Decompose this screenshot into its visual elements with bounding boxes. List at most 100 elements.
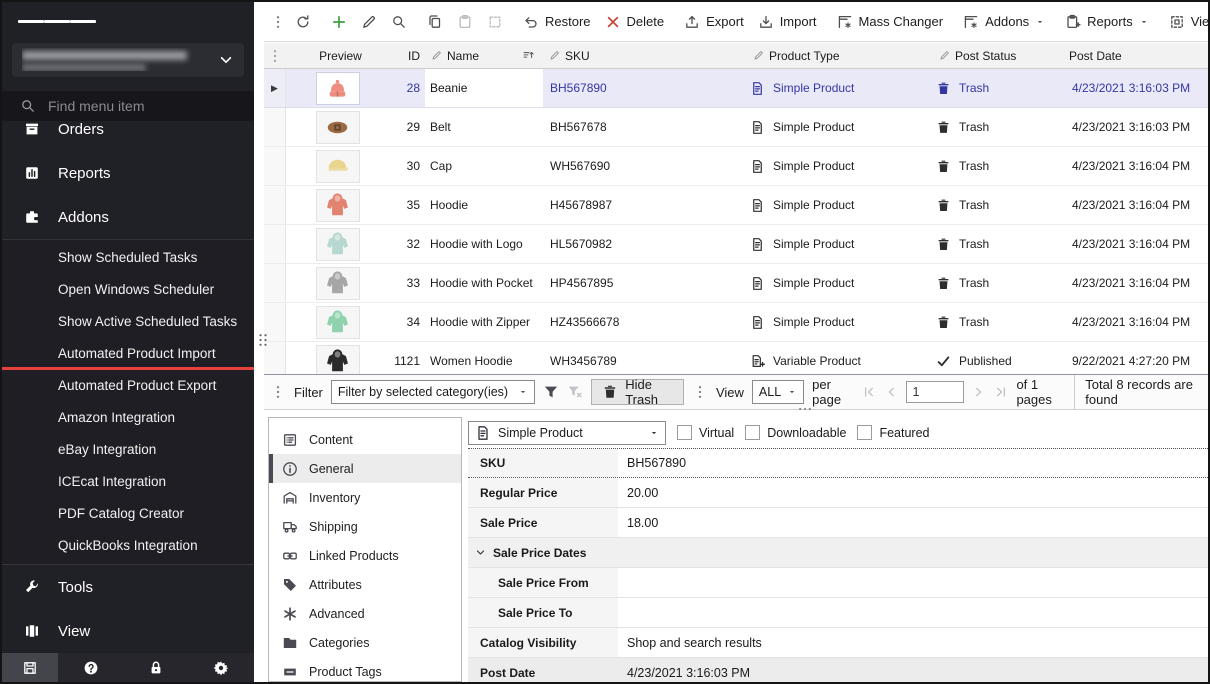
field-group-row[interactable]: Sale Price Dates [468, 538, 1208, 568]
settings-button[interactable] [189, 653, 254, 682]
tab-inventory[interactable]: Inventory [269, 483, 461, 512]
toolbar-refresh-button[interactable] [288, 7, 318, 37]
field-value[interactable] [618, 568, 1208, 597]
chevron-down-icon[interactable] [475, 547, 486, 558]
product-preview-image[interactable] [316, 306, 360, 339]
column-header-type[interactable]: Product Type [747, 43, 933, 68]
tab-linked-products[interactable]: Linked Products [269, 541, 461, 570]
product-preview-image[interactable] [316, 189, 360, 222]
lock-button[interactable] [123, 653, 188, 682]
toolbar-addons-button[interactable]: Addons [956, 7, 1052, 37]
name-cell[interactable]: Beanie [425, 69, 543, 107]
name-cell[interactable]: Hoodie with Zipper [425, 303, 543, 341]
toolbar-add-button[interactable] [324, 7, 354, 37]
product-preview-image[interactable] [316, 267, 360, 300]
first-page-button[interactable] [862, 385, 876, 399]
toolbar-mass-changer-button[interactable]: Mass Changer [830, 7, 951, 37]
panel-splitter-grip[interactable] [255, 332, 271, 348]
row-marker-column-header[interactable] [264, 43, 286, 68]
menu-search-input[interactable] [48, 98, 218, 114]
field-value[interactable]: 20.00 [618, 478, 1208, 507]
toolbar-view-button[interactable]: View [1162, 7, 1210, 37]
sidebar-item-addons[interactable]: Addons [2, 195, 254, 239]
toolbar-grip[interactable] [270, 14, 286, 30]
column-header-preview[interactable]: Preview [286, 43, 389, 68]
page-number-input[interactable] [906, 381, 964, 403]
previous-page-button[interactable] [884, 385, 898, 399]
toolbar-reports-button[interactable]: Reports [1058, 7, 1156, 37]
name-cell[interactable]: Women Hoodie [425, 342, 543, 374]
submenu-item[interactable]: Open Windows Scheduler [2, 274, 254, 306]
tab-advanced[interactable]: Advanced [269, 599, 461, 628]
name-cell[interactable]: Belt [425, 108, 543, 146]
column-header-sku[interactable]: SKU [543, 43, 747, 68]
field-value[interactable] [618, 598, 1208, 627]
name-cell[interactable]: Hoodie with Logo [425, 225, 543, 263]
toolbar-export-button[interactable]: Export [677, 7, 751, 37]
toolbar-paste-special-button[interactable] [480, 7, 510, 37]
save-button[interactable] [2, 653, 58, 682]
toolbar-copy-button[interactable] [420, 7, 450, 37]
tab-product-tags[interactable]: Product Tags [269, 657, 461, 684]
toolbar-paste-button[interactable] [450, 7, 480, 37]
sort-ascending-icon[interactable] [522, 49, 535, 62]
field-value[interactable]: 4/23/2021 3:16:03 PM [618, 658, 1208, 684]
tab-general[interactable]: General [269, 454, 461, 483]
name-cell[interactable]: Cap [425, 147, 543, 185]
checkbox[interactable] [745, 425, 760, 440]
toolbar-edit-button[interactable] [354, 7, 384, 37]
product-preview-image[interactable] [316, 150, 360, 183]
product-preview-image[interactable] [316, 72, 360, 105]
table-row[interactable]: 34Hoodie with ZipperHZ43566678Simple Pro… [264, 303, 1208, 342]
table-row[interactable]: 30CapWH567690Simple ProductTrash4/23/202… [264, 147, 1208, 186]
last-page-button[interactable] [994, 385, 1008, 399]
submenu-item[interactable]: QuickBooks Integration [2, 530, 254, 562]
name-cell[interactable]: Hoodie [425, 186, 543, 224]
sidebar-item-view[interactable]: View [2, 609, 254, 653]
table-row[interactable]: ▶28BeanieBH567890Simple ProductTrash4/23… [264, 69, 1208, 108]
hamburger-menu-icon[interactable] [18, 16, 96, 27]
table-row[interactable]: 33Hoodie with PocketHP4567895Simple Prod… [264, 264, 1208, 303]
tab-content[interactable]: Content [269, 425, 461, 454]
tab-attributes[interactable]: Attributes [269, 570, 461, 599]
clear-filter-icon[interactable] [567, 384, 583, 400]
column-header-status[interactable]: Post Status [933, 43, 1063, 68]
next-page-button[interactable] [972, 385, 986, 399]
product-preview-image[interactable] [316, 345, 360, 375]
field-value[interactable]: 18.00 [618, 508, 1208, 537]
name-cell[interactable]: Hoodie with Pocket [425, 264, 543, 302]
table-row[interactable]: 1121Women HoodieWH3456789Variable Produc… [264, 342, 1208, 374]
column-header-id[interactable]: ID [389, 43, 425, 68]
toolbar-delete-button[interactable]: Delete [598, 7, 672, 37]
submenu-item[interactable]: Automated Product Import [2, 338, 254, 370]
sidebar-item-reports[interactable]: Reports [2, 151, 254, 195]
field-value[interactable]: BH567890 [618, 449, 1208, 477]
tab-shipping[interactable]: Shipping [269, 512, 461, 541]
submenu-item[interactable]: eBay Integration [2, 434, 254, 466]
toolbar-find-button[interactable] [384, 7, 414, 37]
product-preview-image[interactable] [316, 228, 360, 261]
help-button[interactable] [58, 653, 123, 682]
submenu-item[interactable]: ICEcat Integration [2, 466, 254, 498]
sidebar-item-tools[interactable]: Tools [2, 565, 254, 609]
submenu-item[interactable]: PDF Catalog Creator [2, 498, 254, 530]
pager-grip[interactable] [692, 384, 708, 400]
product-type-select[interactable]: Simple Product [468, 421, 666, 445]
column-header-date[interactable]: Post Date [1063, 43, 1208, 68]
product-preview-image[interactable] [316, 111, 360, 144]
hide-trash-button[interactable]: Hide Trash [591, 379, 684, 405]
toolbar-restore-button[interactable]: Restore [516, 7, 598, 37]
collapsed-splitter-dots[interactable] [797, 401, 813, 417]
store-selector[interactable] [12, 43, 244, 77]
table-row[interactable]: 32Hoodie with LogoHL5670982Simple Produc… [264, 225, 1208, 264]
field-value[interactable]: Shop and search results [618, 628, 1208, 657]
submenu-item[interactable]: Automated Product Export [2, 370, 254, 402]
column-header-name[interactable]: Name [425, 43, 543, 68]
submenu-item[interactable]: Amazon Integration [2, 402, 254, 434]
filterbar-grip[interactable] [270, 384, 286, 400]
toolbar-import-button[interactable]: Import [751, 7, 824, 37]
table-row[interactable]: 35HoodieH45678987Simple ProductTrash4/23… [264, 186, 1208, 225]
apply-filter-icon[interactable] [543, 384, 559, 400]
table-row[interactable]: 29BeltBH567678Simple ProductTrash4/23/20… [264, 108, 1208, 147]
tab-categories[interactable]: Categories [269, 628, 461, 657]
